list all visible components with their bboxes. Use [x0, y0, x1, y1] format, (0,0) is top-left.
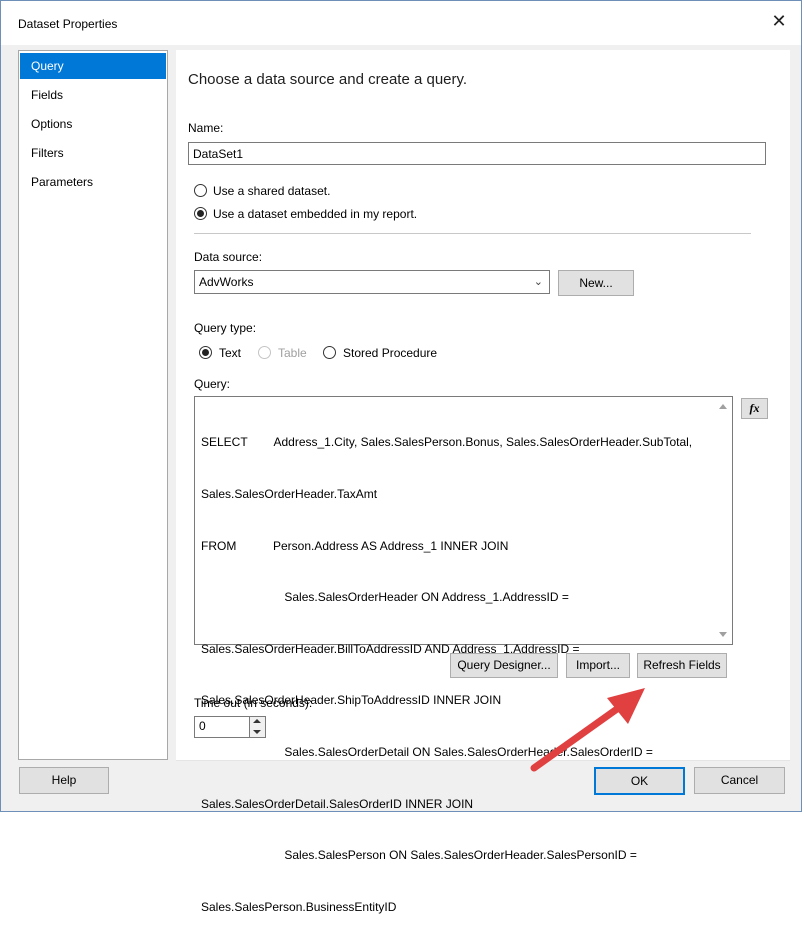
radio-shared-dataset[interactable] [194, 184, 207, 197]
radio-shared-label: Use a shared dataset. [213, 184, 331, 198]
footer-divider [176, 760, 790, 761]
radio-query-type-text[interactable] [199, 346, 212, 359]
spin-down-icon[interactable] [253, 730, 261, 734]
query-designer-button[interactable]: Query Designer... [450, 653, 558, 678]
help-button[interactable]: Help [19, 767, 109, 794]
query-type-stored-label: Stored Procedure [343, 346, 438, 360]
query-type-label: Query type: [194, 321, 257, 335]
data-source-select[interactable]: AdvWorks ⌄ [194, 270, 550, 294]
scroll-up-icon[interactable] [719, 404, 727, 409]
sidebar-item-options[interactable]: Options [20, 111, 166, 137]
name-field[interactable] [188, 142, 766, 165]
timeout-field[interactable]: 0 [194, 716, 250, 738]
close-icon[interactable]: ✕ [768, 10, 790, 32]
sidebar-nav: Query Fields Options Filters Parameters [18, 50, 168, 760]
spin-up-icon[interactable] [253, 719, 261, 723]
window-title: Dataset Properties [18, 17, 118, 31]
query-type-table-label: Table [278, 346, 307, 360]
annotation-arrow-shaft [530, 700, 628, 772]
import-button[interactable]: Import... [566, 653, 630, 678]
data-source-value: AdvWorks [199, 275, 254, 289]
refresh-fields-button[interactable]: Refresh Fields [637, 653, 727, 678]
query-textarea[interactable]: SELECT Address_1.City, Sales.SalesPerson… [194, 396, 733, 914]
annotation-arrow-head [607, 688, 645, 724]
query-line: Sales.SalesPerson.BusinessEntityID [201, 899, 397, 914]
radio-query-type-table [258, 346, 271, 359]
timeout-label: Time out (in seconds): [194, 696, 313, 710]
query-type-text-label: Text [219, 346, 242, 360]
sidebar-item-filters[interactable]: Filters [20, 140, 166, 166]
expression-button[interactable]: fx [741, 398, 768, 419]
query-line: Sales.SalesOrderHeader.TaxAmt [201, 487, 378, 502]
query-line: FROM Person.Address AS Address_1 INNER J… [201, 538, 509, 553]
query-scrollbar[interactable] [715, 397, 732, 644]
chevron-down-icon: ⌄ [533, 276, 543, 288]
radio-query-type-stored-procedure[interactable] [323, 346, 336, 359]
query-line: Sales.SalesOrderDetail.SalesOrderID INNE… [201, 796, 474, 811]
timeout-spinner[interactable] [250, 716, 266, 738]
query-line: Sales.SalesPerson ON Sales.SalesOrderHea… [201, 848, 637, 863]
sidebar-item-parameters[interactable]: Parameters [20, 169, 166, 195]
query-label: Query: [194, 377, 231, 391]
timeout-value: 0 [199, 719, 206, 733]
radio-embedded-dataset[interactable] [194, 207, 207, 220]
annotation-arrow-icon [530, 688, 645, 772]
sidebar-item-fields[interactable]: Fields [20, 82, 166, 108]
new-button[interactable]: New... [558, 270, 634, 296]
data-source-label: Data source: [194, 250, 263, 264]
name-label: Name: [188, 121, 224, 135]
scroll-down-icon[interactable] [719, 632, 727, 637]
query-line: SELECT Address_1.City, Sales.SalesPerson… [201, 435, 693, 450]
query-line: Sales.SalesOrderHeader ON Address_1.Addr… [201, 590, 569, 605]
page-title: Choose a data source and create a query. [188, 71, 468, 88]
title-bar [1, 1, 801, 45]
divider [194, 233, 751, 234]
radio-embedded-label: Use a dataset embedded in my report. [213, 207, 418, 221]
cancel-button[interactable]: Cancel [694, 767, 785, 794]
sidebar-item-query[interactable]: Query [20, 53, 166, 79]
